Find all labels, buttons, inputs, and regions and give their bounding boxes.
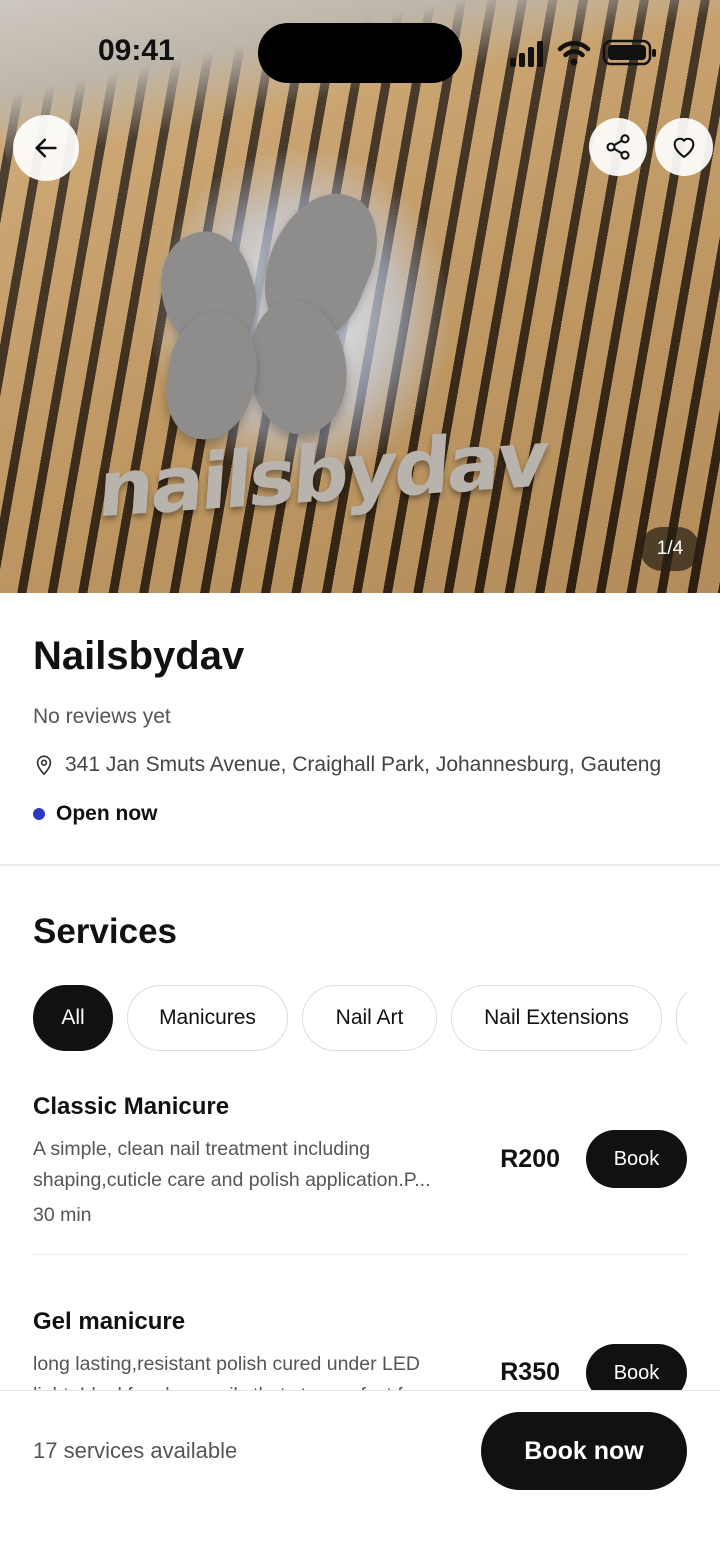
location-pin-icon — [36, 755, 52, 776]
status-time: 09:41 — [98, 34, 175, 67]
service-category-chips[interactable]: All Manicures Nail Art Nail Extensions — [33, 985, 687, 1053]
address-text: 341 Jan Smuts Avenue, Craighall Park, Jo… — [65, 753, 662, 776]
cellular-signal-icon — [510, 41, 543, 67]
open-status-dot — [33, 808, 45, 820]
chip-nail-art[interactable]: Nail Art — [302, 985, 437, 1051]
favorite-button[interactable] — [655, 118, 713, 176]
service-description: A simple, clean nail treatment including… — [33, 1138, 431, 1191]
address-row[interactable]: 341 Jan Smuts Avenue, Craighall Park, Jo… — [33, 753, 693, 777]
chip-manicures[interactable]: Manicures — [127, 985, 288, 1051]
arrow-left-icon — [35, 138, 57, 158]
status-icons — [510, 39, 656, 67]
services-count: 17 services available — [33, 1438, 238, 1463]
service-name: Gel manicure — [33, 1308, 186, 1335]
back-button[interactable] — [13, 115, 79, 181]
wifi-icon — [557, 41, 591, 66]
share-button[interactable] — [589, 118, 647, 176]
shop-name: Nailsbydav — [33, 634, 245, 678]
service-name: Classic Manicure — [33, 1093, 230, 1120]
service-divider — [33, 1254, 687, 1255]
services-title: Services — [33, 912, 178, 951]
service-price: R200 — [500, 1145, 560, 1173]
bottom-bar: 17 services available Book now — [0, 1390, 720, 1565]
photo-counter: 1/4 — [640, 527, 700, 571]
heart-icon — [673, 137, 695, 158]
hero-image[interactable]: nailsbydav — [0, 0, 720, 593]
reviews-text[interactable]: No reviews yet — [33, 705, 171, 729]
chip-nail-extensions[interactable]: Nail Extensions — [451, 985, 662, 1051]
service-duration: 30 min — [33, 1204, 92, 1226]
section-divider — [0, 864, 720, 866]
book-button[interactable]: Book — [586, 1130, 687, 1188]
service-price: R350 — [500, 1358, 560, 1386]
battery-icon — [602, 39, 656, 66]
open-status: Open now — [33, 802, 158, 826]
chip-more[interactable] — [676, 985, 687, 1051]
dynamic-island — [258, 23, 462, 83]
share-icon — [606, 134, 630, 160]
book-now-button[interactable]: Book now — [481, 1412, 687, 1490]
chip-all[interactable]: All — [33, 985, 113, 1051]
open-status-text: Open now — [56, 802, 158, 825]
service-item[interactable]: Classic Manicure A simple, clean nail tr… — [33, 1093, 687, 1227]
